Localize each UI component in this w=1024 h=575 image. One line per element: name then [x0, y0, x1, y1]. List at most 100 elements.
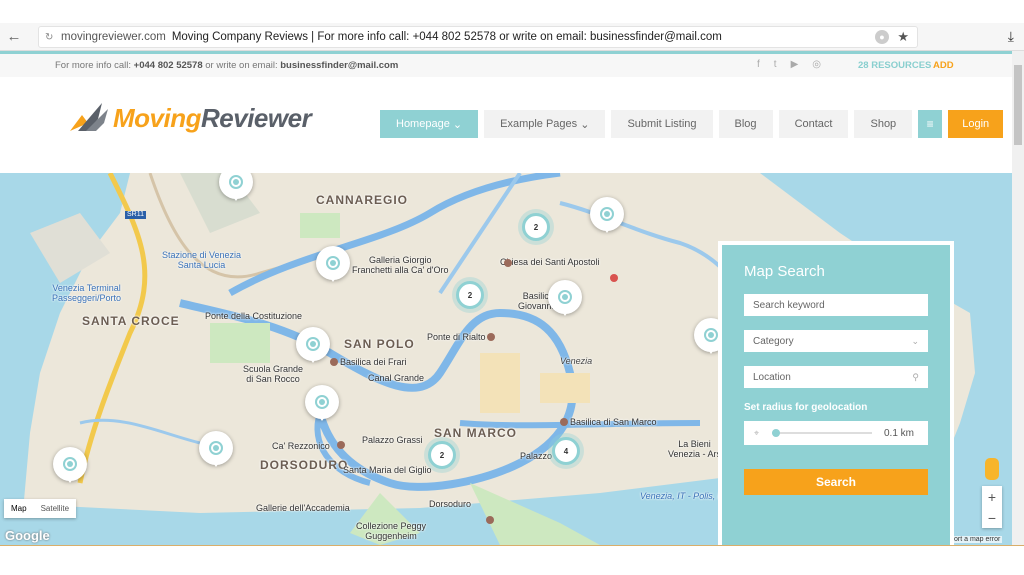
map-label-venezia: Venezia — [560, 356, 593, 366]
info-prefix: For more info call: — [55, 60, 134, 71]
contact-info: For more info call: +044 802 52578 or wr… — [55, 60, 398, 71]
map-cluster[interactable]: 2 — [428, 441, 456, 469]
address-title: Moving Company Reviews | For more info c… — [171, 31, 722, 43]
map-pin-icon[interactable]: ⚲ — [912, 372, 919, 383]
map-label-rialto: Ponte di Rialto — [427, 332, 486, 342]
listing-pin[interactable] — [53, 447, 87, 485]
nav-example-pages[interactable]: Example Pages ⌄ — [484, 110, 606, 138]
bookmark-star-icon[interactable]: ★ — [897, 29, 909, 45]
map-label-dorsoduro-poi: Dorsoduro — [429, 499, 472, 509]
back-arrow-icon[interactable]: ← — [0, 23, 28, 51]
chevron-down-icon: ⌄ — [452, 118, 463, 131]
map-poi-marker[interactable] — [486, 516, 494, 524]
radius-value: 0.1 km — [883, 427, 914, 439]
logo-part-reviewer: Reviewer — [201, 102, 312, 133]
report-map-error-link[interactable]: ort a map error — [952, 536, 1003, 543]
info-mid: or write on email: — [202, 60, 281, 71]
map-label-san-marco: SAN MARCO — [434, 426, 517, 440]
zoom-control: + − — [982, 486, 1002, 528]
map[interactable]: CANNAREGIO SANTA CROCE SAN POLO SAN MARC… — [0, 173, 1012, 545]
listing-pin[interactable] — [590, 197, 624, 235]
map-search-title: Map Search — [744, 263, 825, 280]
search-keyword-placeholder: Search keyword — [753, 299, 825, 311]
page-bottom-area — [0, 545, 1024, 575]
zoom-out-icon[interactable]: − — [982, 507, 1002, 528]
radius-slider-track[interactable] — [772, 432, 872, 434]
map-label-terminal: Venezia Terminal Passeggeri/Porto — [52, 283, 122, 304]
map-type-control: Map Satellite — [4, 499, 77, 518]
scrollbar-thumb[interactable] — [1014, 65, 1022, 145]
map-cluster[interactable]: 4 — [552, 437, 580, 465]
logo-text: MovingReviewer — [113, 102, 312, 134]
nav-homepage[interactable]: Homepage ⌄ — [380, 110, 479, 138]
address-bar[interactable]: ↻ movingreviewer.com Moving Company Revi… — [38, 26, 918, 48]
location-placeholder: Location — [753, 371, 791, 383]
youtube-icon[interactable]: ▶ — [791, 59, 799, 70]
map-type-satellite[interactable]: Satellite — [34, 499, 76, 518]
map-label-palazzo-grassi: Palazzo Grassi — [362, 435, 423, 445]
map-poi-marker[interactable] — [504, 259, 512, 267]
radius-slider-handle[interactable] — [772, 429, 780, 437]
hamburger-menu-icon[interactable]: ≡ — [918, 110, 943, 138]
logo-part-moving: Moving — [113, 102, 202, 133]
map-label-accademia: Gallerie dell'Accademia — [256, 503, 350, 513]
location-input[interactable]: Location ⚲ — [744, 366, 928, 388]
map-label-canal-grande: Canal Grande — [368, 373, 425, 383]
radius-label: Set radius for geolocation — [744, 402, 868, 413]
map-poi-marker[interactable] — [487, 333, 495, 341]
facebook-icon[interactable]: f — [757, 59, 760, 70]
listing-pin[interactable] — [548, 280, 582, 318]
zoom-in-icon[interactable]: + — [982, 486, 1002, 507]
logo-wing-icon — [68, 101, 110, 135]
search-button[interactable]: Search — [744, 469, 928, 495]
map-type-map[interactable]: Map — [4, 499, 34, 518]
map-label-guggenheim: Collezione Peggy Guggenheim — [356, 521, 427, 542]
map-label-frari: Basilica dei Frari — [340, 357, 407, 367]
map-label-ponte-costituzione: Ponte della Costituzione — [205, 311, 303, 321]
map-poi-marker[interactable] — [337, 441, 345, 449]
browser-toolbar: ← ↻ movingreviewer.com Moving Company Re… — [0, 23, 1024, 51]
listing-pin[interactable] — [296, 327, 330, 365]
map-label-san-rocco: Scuola Grande di San Rocco — [243, 364, 304, 385]
dribbble-icon[interactable]: ◎ — [812, 59, 821, 70]
map-label-sr11: SR11 — [125, 211, 146, 220]
listing-pin[interactable] — [305, 385, 339, 423]
map-label-giglio: Santa Maria del Giglio — [343, 465, 432, 475]
street-view-pegman-icon[interactable] — [985, 458, 999, 480]
add-link[interactable]: ADD — [933, 60, 954, 71]
map-label-santi-apostoli: Chiesa dei Santi Apostoli — [500, 257, 600, 267]
nav-contact[interactable]: Contact — [778, 110, 849, 138]
map-poi-marker[interactable] — [560, 418, 568, 426]
listing-pin[interactable] — [199, 431, 233, 469]
search-keyword-input[interactable]: Search keyword — [744, 294, 928, 316]
listing-pin[interactable] — [219, 173, 253, 203]
address-domain: movingreviewer.com — [61, 31, 166, 43]
twitter-icon[interactable]: t — [774, 59, 777, 70]
chevron-down-icon: ⌄ — [911, 335, 919, 346]
nav-submit-listing[interactable]: Submit Listing — [611, 110, 713, 138]
category-select[interactable]: Category ⌄ — [744, 330, 928, 352]
nav-homepage-label: Homepage — [396, 118, 450, 130]
page-scrollbar[interactable] — [1012, 51, 1024, 545]
map-search-panel: Map Search Search keyword Category ⌄ Loca… — [718, 241, 954, 545]
map-cluster[interactable]: 2 — [456, 281, 484, 309]
map-label-ca-doro: Galleria Giorgio Franchetti alla Ca' d'O… — [352, 255, 449, 276]
download-icon[interactable]: ⤓ — [1008, 28, 1014, 45]
map-label-ca-rezzonico: Ca' Rezzonico — [272, 441, 330, 451]
listing-pin[interactable] — [316, 246, 350, 284]
resources-link[interactable]: 28 RESOURCES — [858, 60, 931, 71]
logo[interactable]: MovingReviewer — [68, 101, 312, 135]
main-nav: Homepage ⌄ Example Pages ⌄ Submit Listin… — [380, 110, 1004, 138]
nav-shop[interactable]: Shop — [854, 110, 913, 138]
map-label-biennale: La Bieni Venezia - Ars — [668, 439, 722, 460]
nav-blog[interactable]: Blog — [718, 110, 773, 138]
map-poi-marker[interactable] — [330, 358, 338, 366]
map-cluster[interactable]: 2 — [522, 213, 550, 241]
extension-icon[interactable]: ● — [875, 30, 889, 44]
radius-slider[interactable]: ⌖ 0.1 km — [744, 421, 928, 445]
login-button[interactable]: Login — [948, 110, 1004, 138]
nav-example-pages-label: Example Pages — [500, 118, 578, 130]
map-hospital-marker[interactable] — [610, 274, 618, 282]
phone-number: +044 802 52578 — [133, 60, 203, 71]
reload-icon[interactable]: ↻ — [45, 32, 53, 43]
